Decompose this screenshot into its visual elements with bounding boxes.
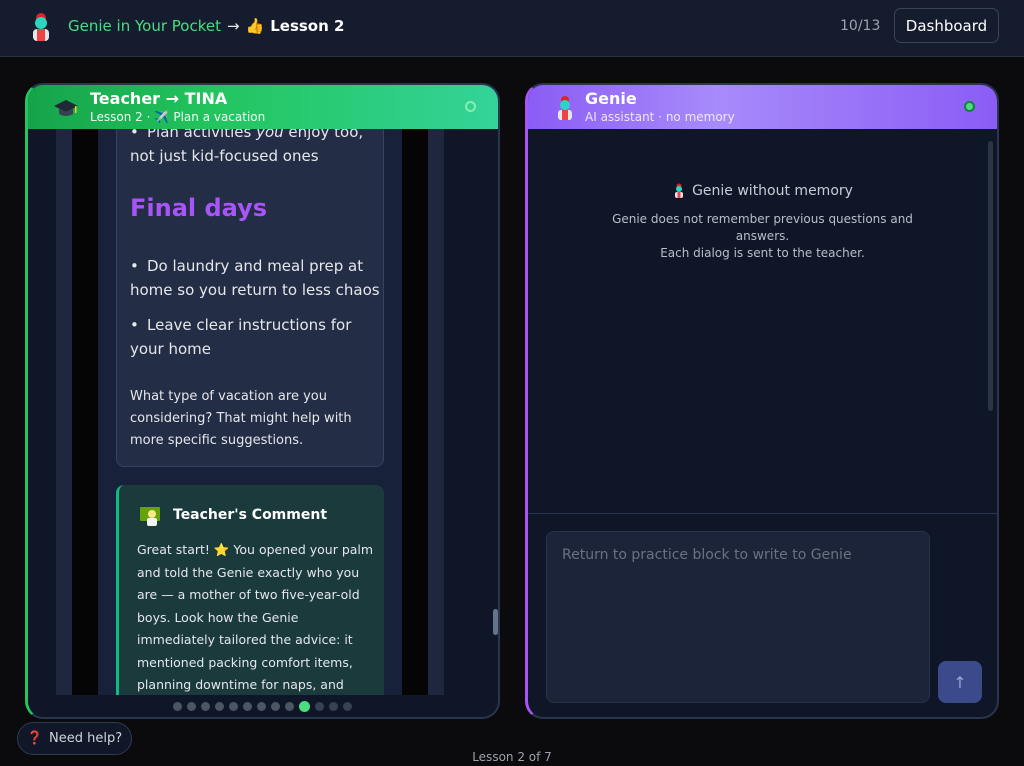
comment-text: Great start! ⭐ You opened your palm and … [137,542,374,692]
message-input[interactable]: Return to practice block to write to Gen… [546,531,930,703]
pagination-dot[interactable] [315,702,324,711]
genie-panel-subtitle: AI assistant · no memory [585,110,735,124]
dashboard-button[interactable]: Dashboard [894,8,999,43]
scrollbar-thumb[interactable] [988,141,993,411]
pagination-dot[interactable] [329,702,338,711]
scrollbar-thumb[interactable] [493,609,498,635]
follow-up-question: What type of vacation are you considerin… [130,389,352,448]
lesson-title: Lesson 2 [270,17,345,35]
send-button[interactable]: ↑ [938,661,982,703]
pagination-dot[interactable] [201,702,210,711]
airplane-icon: ✈️ [154,110,170,124]
subtitle-topic: Plan a vacation [173,110,266,124]
pagination-dot[interactable] [173,702,182,711]
genie-small-icon [675,183,684,198]
subtitle-lesson: Lesson 2 · [90,110,151,124]
lesson-breadcrumb: Genie in Your Pocket → 👍 Lesson 2 [68,17,344,35]
empty-state-note: Each dialog is sent to the teacher. [660,246,865,260]
pagination-dot[interactable] [229,702,238,711]
pagination-dot[interactable] [257,702,266,711]
genie-panel-title: Genie [585,89,637,108]
help-label: Need help? [49,731,123,746]
bullet-item-continued: your home [130,340,212,358]
teacher-panel-title: Teacher → TINA [90,89,228,108]
pagination-dot[interactable] [285,702,294,711]
empty-state-heading: Genie without memory [528,183,997,199]
genie-avatar-icon [558,96,572,120]
slide-frame-right [428,129,444,695]
thumbs-up-icon: 👍 [245,17,265,35]
app-name[interactable]: Genie in Your Pocket [68,17,221,35]
slide-gutter-left [72,129,98,695]
pagination-dot[interactable] [271,702,280,711]
teacher-comment-card: Teacher's Comment Great start! ⭐ You ope… [116,485,384,695]
bullet-item: • Plan activities you enjoy too, [130,129,364,141]
comment-title: Teacher's Comment [173,507,328,523]
pagination-dot[interactable] [187,702,196,711]
lesson-progress: Lesson 2 of 7 [472,750,552,764]
teacher-panel-body[interactable]: • Plan activities you enjoy too, not just… [28,129,498,717]
question-mark-icon: ❓ [26,731,44,746]
bullet-item-continued: not just kid-focused ones [130,147,319,165]
step-progress: 10/13 [840,18,881,34]
teacher-panel-header: Teacher → TINA Lesson 2 · ✈️ Plan a vaca… [28,85,498,129]
slide-content[interactable]: • Plan activities you enjoy too, not just… [98,129,402,695]
empty-heading-text: Genie without memory [692,183,853,199]
genie-panel: Genie AI assistant · no memory Genie wit… [525,83,999,719]
online-status-dot [964,101,975,112]
genie-chat-area[interactable]: Genie without memory Genie does not reme… [528,129,997,513]
section-heading: Final days [130,194,268,222]
pagination-dot-active[interactable] [299,701,310,712]
slide-pagination [173,701,352,712]
bullet-item-continued: home so you return to less chaos [130,281,380,299]
empty-state-description: Genie does not remember previous questio… [612,212,913,243]
teacher-panel-subtitle: Lesson 2 · ✈️ Plan a vacation [90,110,265,124]
pagination-dot[interactable] [215,702,224,711]
status-indicator [465,101,476,112]
genie-panel-header: Genie AI assistant · no memory [528,85,997,129]
pagination-dot[interactable] [243,702,252,711]
teacher-icon [140,507,160,526]
bullet-item: • Leave clear instructions for [130,316,352,334]
breadcrumb-arrow: → [226,17,240,35]
teacher-panel: Teacher → TINA Lesson 2 · ✈️ Plan a vaca… [25,83,500,719]
top-bar: Genie in Your Pocket → 👍 Lesson 2 10/13 … [0,0,1024,57]
arrow-up-icon: ↑ [953,672,967,692]
slide-gutter-right [402,129,428,695]
pagination-dot[interactable] [343,702,352,711]
divider [528,513,997,514]
genie-response-card: • Plan activities you enjoy too, not just… [116,129,384,467]
bullet-item: • Do laundry and meal prep at [130,257,364,275]
slide-frame-left [56,129,72,695]
empty-state: Genie without memory Genie does not reme… [528,183,997,262]
star-icon: ⭐ [213,542,230,557]
genie-avatar-icon [33,13,49,41]
graduation-cap-icon [54,100,78,116]
